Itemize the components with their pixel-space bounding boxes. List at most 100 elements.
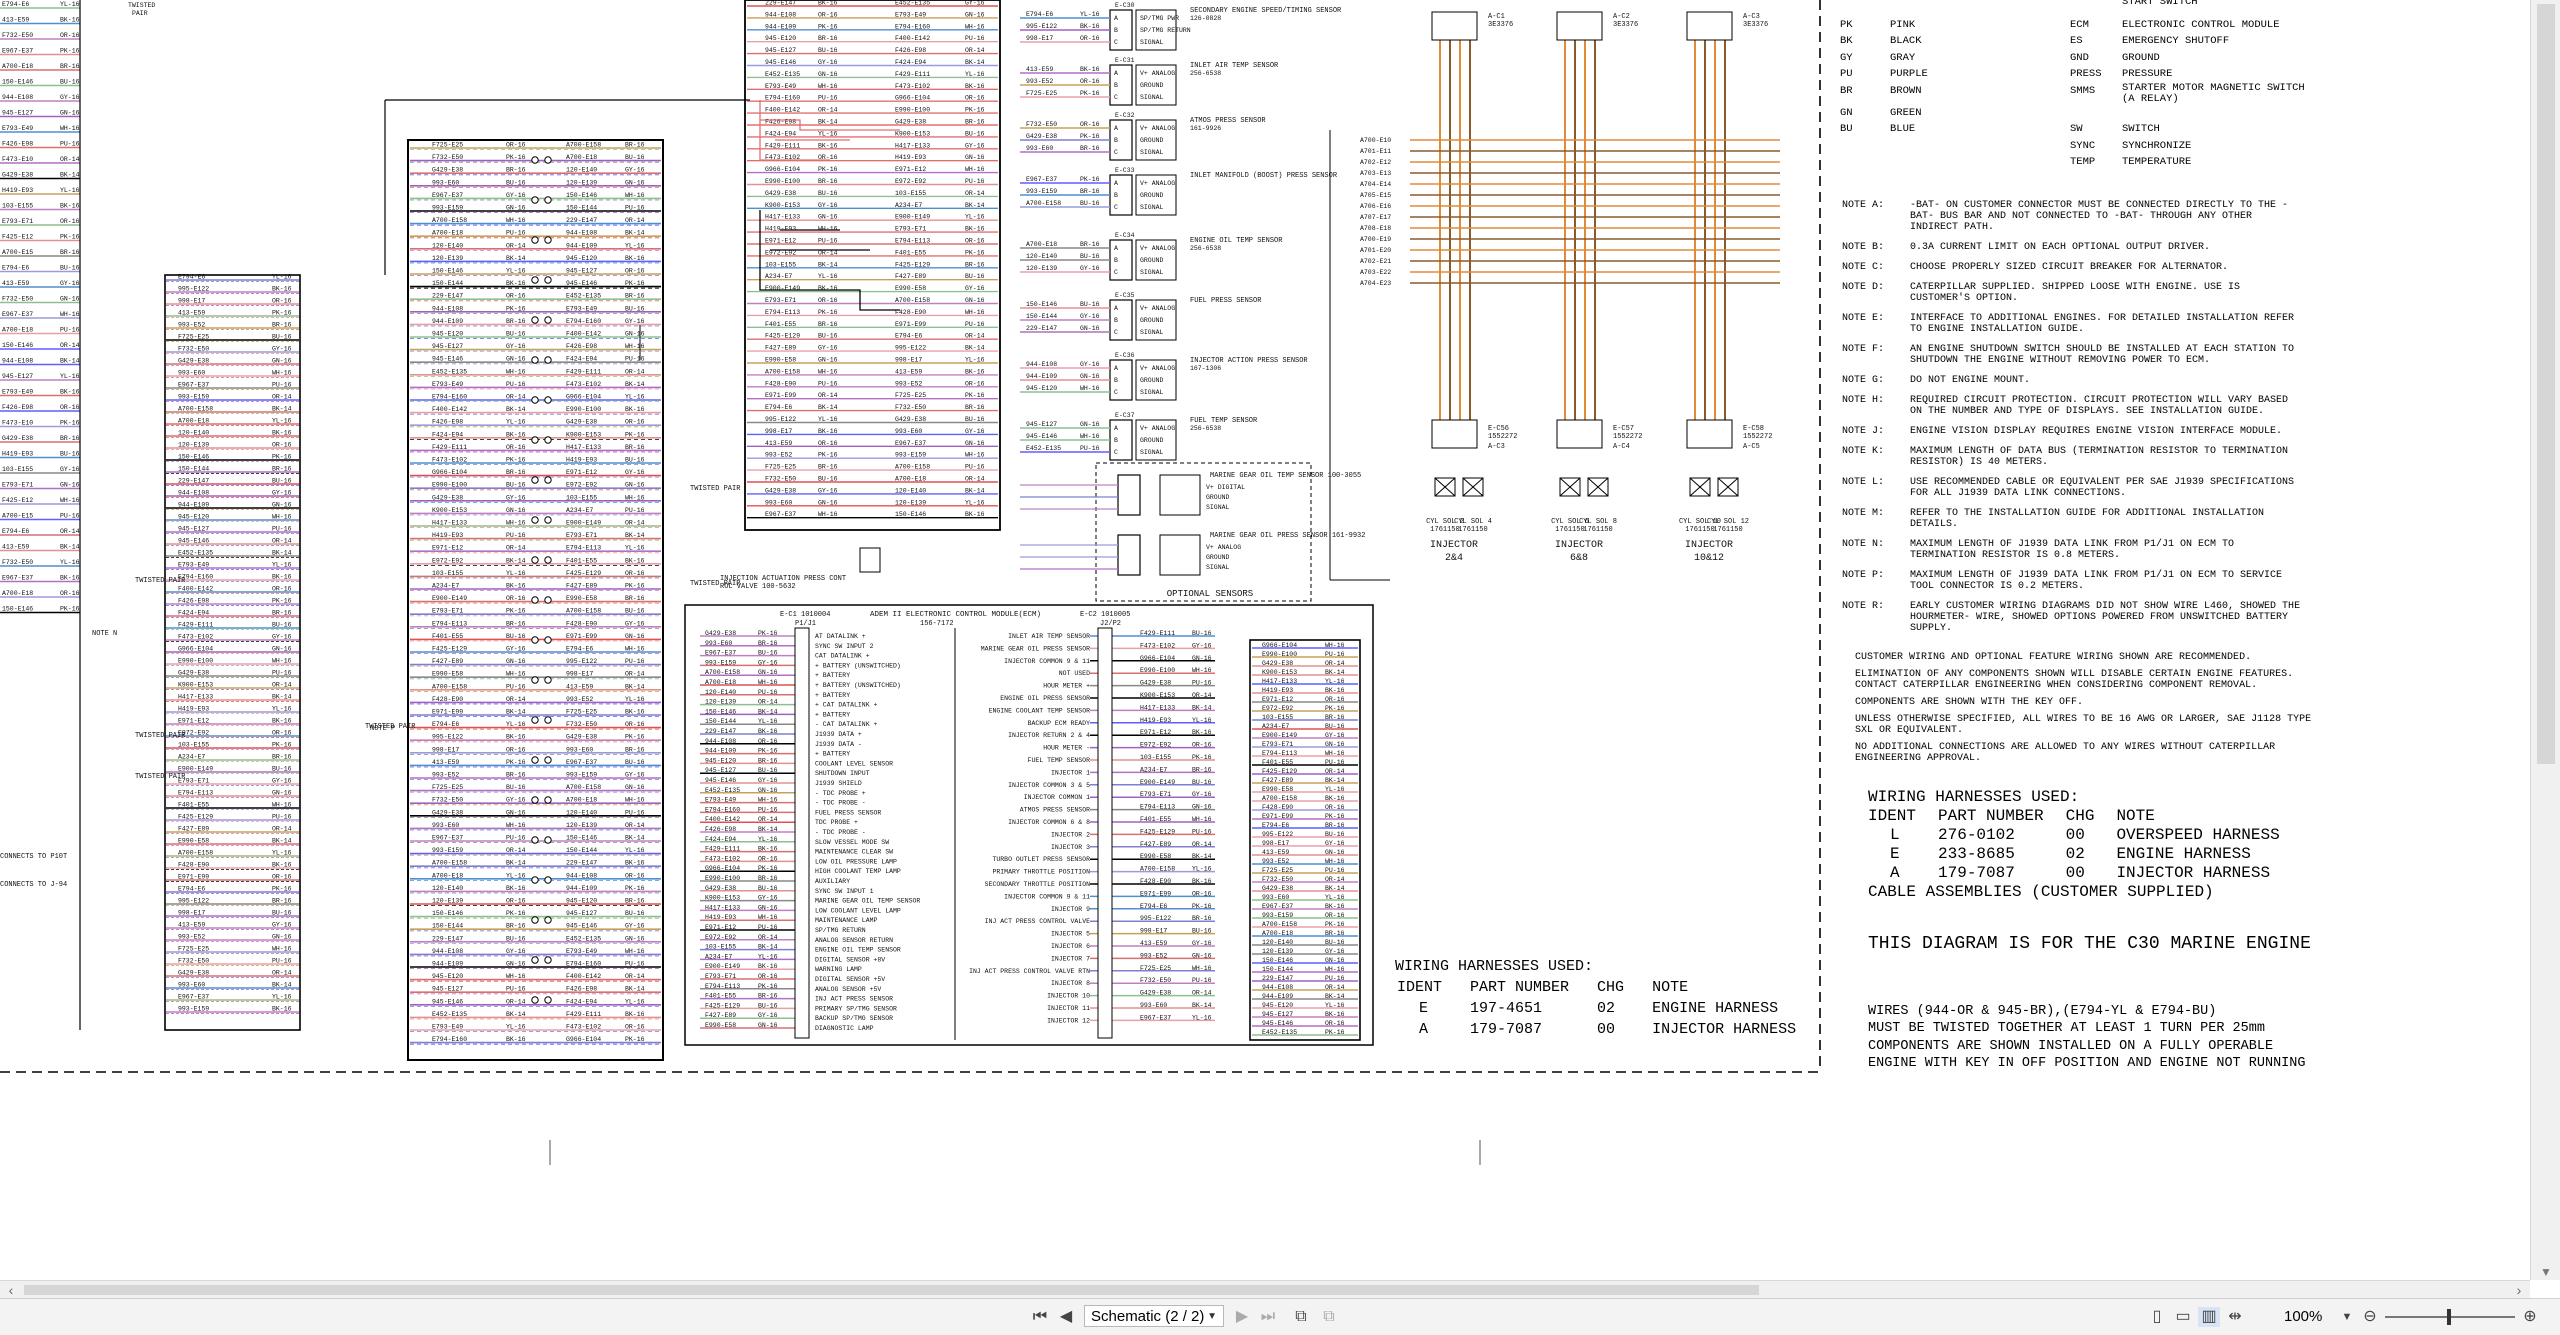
wire-label: E794-E113	[765, 309, 800, 316]
wire-gauge: YL-16	[272, 274, 292, 281]
wire-label: 944-E108	[178, 490, 209, 497]
wire-label: A700-E18	[1262, 930, 1293, 937]
wire-gauge: OR-16	[1325, 696, 1345, 703]
horizontal-scrollbar[interactable]: ‹ ›	[0, 1280, 2530, 1299]
scroll-right-icon[interactable]: ›	[2510, 1281, 2528, 1299]
connector-id: E-C36	[1115, 352, 1135, 359]
pin-function: SIGNAL	[1140, 39, 1164, 46]
ecm-pin-strip	[794, 627, 810, 1039]
zoom-in-icon[interactable]: ⊕	[2520, 1307, 2540, 1327]
note-text: MAXIMUM LENGTH OF J1939 DATA LINK FROM P…	[1910, 539, 2235, 561]
wire-label: E971-E99	[1140, 890, 1171, 897]
wire-label: A700-E158	[895, 297, 930, 304]
wire-label: 945-E146	[178, 538, 209, 545]
wire-label: F427-E89	[566, 583, 597, 590]
horizontal-scroll-thumb[interactable]	[24, 1285, 1759, 1295]
single-page-view-icon[interactable]: ▯	[2146, 1307, 2168, 1327]
wire-label: 413-E59	[566, 683, 593, 690]
wire-gauge: PU-16	[272, 958, 292, 965]
note-item: NOTE E: INTERFACE TO ADDITIONAL ENGINES. …	[1842, 313, 2302, 335]
wire-gauge: BK-14	[506, 860, 526, 867]
pin-label: A	[1114, 425, 1118, 432]
continuous-view-icon[interactable]: ▭	[2172, 1307, 2194, 1327]
wire-gauge: PK-16	[625, 885, 645, 892]
first-page-icon[interactable]: ⏮	[1030, 1307, 1050, 1327]
last-page-icon[interactable]: ⏭	[1258, 1307, 1278, 1327]
splice-symbol	[544, 316, 552, 324]
page-select[interactable]: Schematic (2 / 2) ▼	[1084, 1305, 1224, 1327]
wire-gauge: PU-16	[625, 961, 645, 968]
wire-gauge: OR-14	[1192, 841, 1212, 848]
wire-gauge: OR-16	[60, 590, 80, 597]
wire-label: 120-E139	[566, 179, 597, 186]
wire-gauge: PU-16	[506, 683, 526, 690]
zoom-level[interactable]: 100%	[2284, 1307, 2322, 1327]
vertical-scroll-thumb[interactable]	[2537, 4, 2555, 764]
wire-label: F424-E94	[178, 610, 209, 617]
wire-label: E972-E92	[566, 482, 597, 489]
pin-label: B	[1114, 317, 1118, 324]
zoom-dropdown-icon[interactable]: ▼	[2340, 1307, 2354, 1327]
connector-pn: 1552272	[1743, 433, 1772, 441]
pin-label: C	[1114, 149, 1118, 156]
wire-gauge: BK-14	[1325, 669, 1345, 676]
wire-gauge: BR-16	[818, 321, 838, 328]
wire-gauge: BR-16	[1325, 822, 1345, 829]
wire-gauge: BK-16	[818, 0, 838, 7]
wire-label: 120-E139	[432, 255, 463, 262]
wire-label: 993-E60	[895, 428, 922, 435]
zoom-out-icon[interactable]: ⊖	[2360, 1307, 2380, 1327]
wire-gauge: YL-16	[1325, 1002, 1345, 1009]
connector-pn: 3E3376	[1613, 21, 1638, 29]
wire-gauge: BU-16	[1325, 723, 1345, 730]
wire-label: 120-E139	[566, 822, 597, 829]
wire-label: E971-E12	[432, 545, 463, 552]
wire-label: A700-E18	[2, 590, 33, 597]
wire-gauge: GN-16	[965, 297, 985, 304]
wire-gauge: BK-14	[1325, 993, 1345, 1000]
wire-gauge: PK-16	[506, 910, 526, 917]
ecm-pin-name: INJ ACT PRESS SENSOR	[815, 996, 893, 1003]
note-text: MAXIMUM LENGTH OF J1939 DATA LINK FROM P…	[1910, 570, 2283, 592]
wire-label: A234-E7	[432, 583, 459, 590]
vertical-scrollbar[interactable]: ▼	[2530, 0, 2560, 1280]
wire-label: F428-E90	[1140, 878, 1171, 885]
wire-gauge: OR-16	[60, 218, 80, 225]
note-key: NOTE G:	[1842, 375, 1885, 386]
pin-label: A	[1114, 70, 1118, 77]
wire-label: G429-E38	[1262, 660, 1293, 667]
fit-width-icon[interactable]: ⇹	[2224, 1307, 2246, 1327]
copy-page-icon[interactable]: ⧉	[1290, 1307, 1312, 1327]
wire-gauge: GY-16	[625, 923, 645, 930]
wire-label: 993-E60	[1140, 1002, 1167, 1009]
zoom-slider[interactable]	[2385, 1309, 2515, 1325]
wire-label: 945-E127	[2, 110, 33, 117]
wire-label: E793-E49	[765, 83, 796, 90]
wire-label: G429-E38	[705, 885, 736, 892]
two-page-view-icon[interactable]: ▥	[2198, 1307, 2220, 1327]
wire-gauge: WH-16	[506, 368, 526, 375]
scroll-down-icon[interactable]: ▼	[2531, 1262, 2560, 1282]
wire-gauge: OR-16	[625, 872, 645, 879]
wire-label: F426-E98	[178, 598, 209, 605]
splice-symbol	[531, 396, 539, 404]
wire-label: 229-E147	[1026, 325, 1057, 332]
harness-cell: OVERSPEED HARNESS	[2116, 826, 2280, 844]
wire-label: E971-E12	[1140, 729, 1171, 736]
ecm-pin-name: - TDC PROBE +	[815, 790, 866, 797]
wire-label: 945-E127	[432, 986, 463, 993]
wire-gauge: PK-16	[758, 865, 778, 872]
wire-gauge: GN-16	[60, 110, 80, 117]
wire-gauge: GN-16	[1080, 373, 1100, 380]
wire-label: 993-E159	[432, 847, 463, 854]
wire-label: 120-E140	[1026, 253, 1057, 260]
previous-page-icon[interactable]: ◀	[1056, 1307, 1076, 1327]
wire-gauge: WH-16	[818, 511, 838, 518]
paste-page-icon[interactable]: ⧉	[1318, 1307, 1340, 1327]
wire-gauge: GN-16	[1192, 655, 1212, 662]
harness-header: CHG	[1597, 979, 1625, 996]
next-page-icon[interactable]: ▶	[1232, 1307, 1252, 1327]
scroll-left-icon[interactable]: ‹	[2, 1281, 20, 1299]
zoom-slider-knob[interactable]	[2447, 1309, 2451, 1325]
wire-label: 120-E140	[566, 167, 597, 174]
